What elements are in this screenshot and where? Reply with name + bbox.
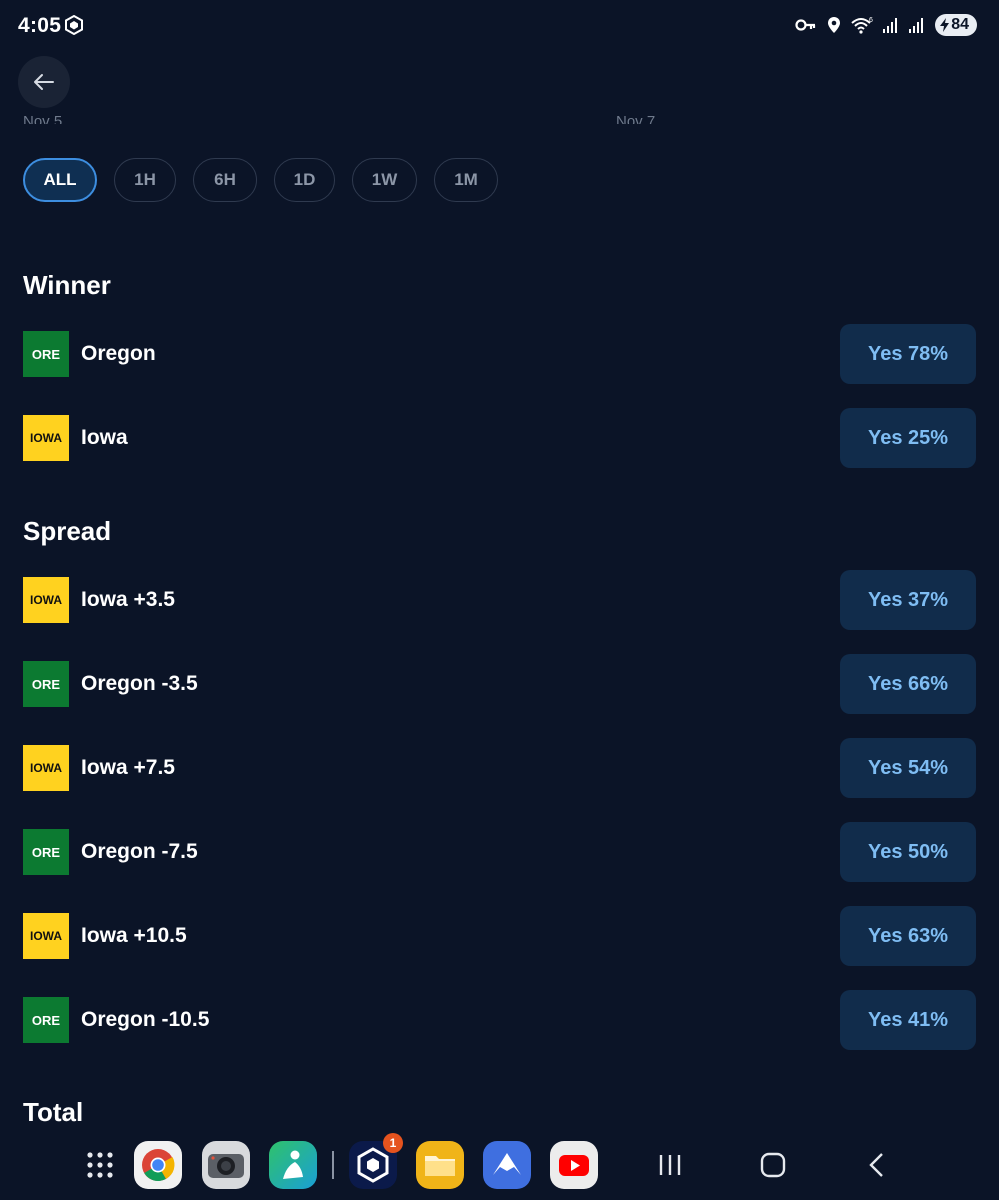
- market-row: IOWA Iowa +7.5 Yes 54%: [23, 738, 976, 798]
- youtube-icon[interactable]: [550, 1141, 598, 1189]
- crypto-app-icon: [65, 15, 83, 35]
- yes-button[interactable]: Yes 37%: [840, 570, 976, 630]
- market-label: Iowa +10.5: [81, 924, 187, 947]
- notification-badge: 1: [383, 1133, 403, 1153]
- chart-axis-date-end: Nov 7: [616, 113, 656, 124]
- signal-icon: [909, 18, 924, 33]
- range-1h-button[interactable]: 1H: [114, 158, 176, 202]
- total-section-title: Total: [23, 1097, 84, 1127]
- status-bar: 4:05 6 84: [0, 0, 999, 52]
- iowa-logo: IOWA: [23, 577, 69, 623]
- files-icon[interactable]: [416, 1141, 464, 1189]
- nordvpn-icon[interactable]: [483, 1141, 531, 1189]
- oregon-logo: ORE: [23, 331, 69, 377]
- signal-icon: [883, 18, 898, 33]
- time-range-selector: ALL 1H 6H 1D 1W 1M: [23, 158, 498, 202]
- yes-button[interactable]: Yes 50%: [840, 822, 976, 882]
- battery-level: 84: [951, 16, 969, 33]
- yes-button[interactable]: Yes 63%: [840, 906, 976, 966]
- home-button[interactable]: [753, 1150, 793, 1180]
- iowa-logo: IOWA: [23, 745, 69, 791]
- market-label: Iowa +7.5: [81, 756, 175, 779]
- crypto-com-icon[interactable]: 1: [349, 1133, 403, 1189]
- app-dock: 1: [0, 1133, 999, 1194]
- market-row: IOWA Iowa +3.5 Yes 37%: [23, 570, 976, 630]
- back-button[interactable]: [18, 56, 70, 108]
- market-label: Oregon: [81, 342, 156, 365]
- oregon-logo: ORE: [23, 661, 69, 707]
- charging-bolt-icon: [940, 18, 950, 32]
- winner-section-title: Winner: [23, 270, 111, 300]
- svg-text:6: 6: [869, 17, 873, 24]
- yes-button[interactable]: Yes 54%: [840, 738, 976, 798]
- market-label: Oregon -3.5: [81, 672, 198, 695]
- status-icons: 6 84: [795, 14, 977, 36]
- range-6h-button[interactable]: 6H: [193, 158, 257, 202]
- market-label: Oregon -7.5: [81, 840, 198, 863]
- oregon-logo: ORE: [23, 829, 69, 875]
- wifi-icon: 6: [851, 17, 873, 34]
- app-drawer-icon[interactable]: [76, 1141, 124, 1189]
- oregon-logo: ORE: [23, 997, 69, 1043]
- yes-button[interactable]: Yes 25%: [840, 408, 976, 468]
- battery-icon: 84: [935, 14, 977, 36]
- market-row: IOWA Iowa +10.5 Yes 63%: [23, 906, 976, 966]
- market-label: Oregon -10.5: [81, 1008, 210, 1031]
- chrome-icon[interactable]: [134, 1141, 182, 1189]
- market-row: ORE Oregon -7.5 Yes 50%: [23, 822, 976, 882]
- yes-button[interactable]: Yes 41%: [840, 990, 976, 1050]
- recent-apps-button[interactable]: [650, 1150, 690, 1180]
- home-icon: [760, 1152, 786, 1178]
- range-1d-button[interactable]: 1D: [274, 158, 335, 202]
- location-icon: [828, 17, 841, 33]
- messenger-icon[interactable]: [269, 1141, 317, 1189]
- iowa-logo: IOWA: [23, 913, 69, 959]
- yes-button[interactable]: Yes 78%: [840, 324, 976, 384]
- recents-icon: [659, 1155, 681, 1175]
- status-time: 4:05: [18, 14, 62, 37]
- market-row: ORE Oregon -3.5 Yes 66%: [23, 654, 976, 714]
- range-all-button[interactable]: ALL: [23, 158, 97, 202]
- yes-button[interactable]: Yes 66%: [840, 654, 976, 714]
- arrow-left-icon: [34, 74, 54, 90]
- market-row: ORE Oregon Yes 78%: [23, 324, 976, 384]
- dock-divider: [332, 1151, 334, 1179]
- chart-axis-date-start: Nov 5: [23, 113, 63, 124]
- range-1w-button[interactable]: 1W: [352, 158, 417, 202]
- iowa-logo: IOWA: [23, 415, 69, 461]
- market-label: Iowa +3.5: [81, 588, 175, 611]
- range-1m-button[interactable]: 1M: [434, 158, 498, 202]
- market-row: ORE Oregon -10.5 Yes 41%: [23, 990, 976, 1050]
- market-label: Iowa: [81, 426, 128, 449]
- market-row: IOWA Iowa Yes 25%: [23, 408, 976, 468]
- camera-icon[interactable]: [202, 1141, 250, 1189]
- chevron-left-icon: [869, 1153, 883, 1177]
- spread-section-title: Spread: [23, 516, 112, 546]
- nav-back-button[interactable]: [857, 1150, 897, 1180]
- vpn-key-icon: [795, 19, 816, 31]
